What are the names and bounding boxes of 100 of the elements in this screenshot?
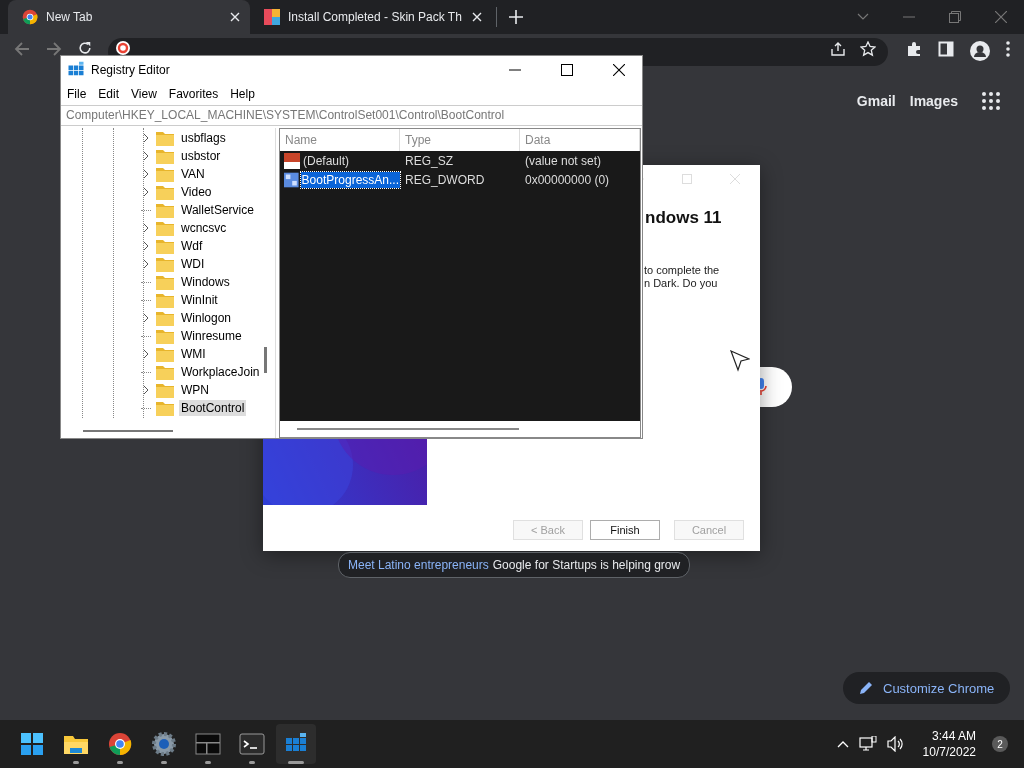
expand-chevron-icon[interactable]: [143, 241, 149, 251]
address-field[interactable]: Computer\HKEY_LOCAL_MACHINE\SYSTEM\ControlSet001\Control\BootControl: [61, 105, 642, 126]
tree-item[interactable]: WMI: [179, 346, 208, 362]
menu-item[interactable]: File: [67, 87, 87, 101]
tab-title: Install Completed - Skin Pack Th: [288, 10, 463, 24]
folder-icon: [156, 256, 174, 272]
new-tab-plus-icon[interactable]: [509, 10, 523, 24]
notification-badge[interactable]: 2: [992, 736, 1008, 752]
browser-tab[interactable]: New Tab: [8, 0, 250, 34]
tree-item[interactable]: VAN: [179, 166, 207, 182]
terminal-icon: [239, 733, 265, 755]
reload-icon[interactable]: [78, 41, 92, 55]
back-arrow-icon[interactable]: [14, 41, 30, 57]
expand-chevron-icon[interactable]: [143, 169, 149, 179]
dialog-heading: ndows 11: [645, 208, 722, 228]
folder-icon: [156, 382, 174, 398]
puzzle-piece-icon[interactable]: [906, 41, 922, 57]
tree-item[interactable]: usbflags: [179, 130, 228, 146]
star-icon[interactable]: [860, 41, 876, 57]
folder-icon: [156, 346, 174, 362]
expand-chevron-icon[interactable]: [143, 187, 149, 197]
tree-item[interactable]: usbstor: [179, 148, 223, 164]
more-menu-icon[interactable]: [1006, 41, 1010, 57]
expand-chevron-icon[interactable]: [143, 385, 149, 395]
chrome-logo-icon: [108, 732, 132, 756]
chevron-up-icon[interactable]: [836, 740, 849, 748]
restore-icon[interactable]: [949, 11, 961, 23]
mouse-pointer-icon: [730, 350, 750, 372]
scrollbar-thumb[interactable]: [83, 430, 173, 432]
expand-chevron-icon[interactable]: [143, 223, 149, 233]
tab-title: New Tab: [46, 10, 94, 24]
expand-chevron-icon[interactable]: [143, 349, 149, 359]
maximize-icon[interactable]: [561, 63, 573, 76]
speaker-icon[interactable]: [886, 736, 905, 752]
window-title: Registry Editor: [91, 62, 170, 77]
header-link[interactable]: Gmail: [856, 93, 896, 109]
folder-icon: [156, 220, 174, 236]
tree-item[interactable]: WPN: [179, 382, 211, 398]
column-header[interactable]: Data: [520, 129, 640, 151]
expand-chevron-icon[interactable]: [143, 133, 149, 143]
side-panel-icon[interactable]: [938, 41, 954, 57]
tree-item[interactable]: Video: [179, 184, 214, 200]
folder-icon: [156, 328, 174, 344]
expand-chevron-icon[interactable]: [143, 259, 149, 269]
folder-icon: [156, 238, 174, 254]
window-icon: [195, 733, 221, 755]
tree-item[interactable]: WorkplaceJoin: [179, 364, 262, 380]
folder-icon: [156, 292, 174, 308]
menu-item[interactable]: View: [131, 87, 157, 101]
tree-item[interactable]: Wdf: [179, 238, 205, 254]
promo-text: Google for Startups is helping grow: [492, 558, 681, 572]
tree-item[interactable]: Winlogon: [179, 310, 234, 326]
profile-avatar-icon[interactable]: [970, 41, 990, 61]
menu-item[interactable]: Help: [230, 87, 255, 101]
value-name[interactable]: BootProgressAn...: [300, 171, 400, 188]
tree-item[interactable]: Winresume: [179, 328, 244, 344]
dialog-button[interactable]: Finish: [590, 520, 660, 540]
forward-arrow-icon[interactable]: [46, 41, 62, 57]
clock-time[interactable]: 3:44 AM: [931, 728, 976, 744]
gear-icon: [151, 731, 177, 757]
tree-item[interactable]: wcncsvc: [179, 220, 229, 236]
dialog-text: to complete the: [644, 264, 720, 277]
menu-item[interactable]: Favorites: [168, 87, 219, 101]
folder-icon: [156, 364, 174, 380]
folder-icon: [156, 310, 174, 326]
column-header[interactable]: Type: [400, 129, 520, 151]
scrollbar-thumb[interactable]: [297, 428, 519, 430]
folder-icon: [156, 130, 174, 146]
promo-link[interactable]: Meet Latino entrepreneurs: [348, 558, 489, 572]
expand-chevron-icon[interactable]: [143, 151, 149, 161]
apps-grid-icon[interactable]: [982, 92, 1000, 110]
string-value-icon: [284, 152, 300, 169]
header-link[interactable]: Images: [909, 93, 958, 109]
scrollbar-thumb[interactable]: [264, 347, 267, 373]
close-icon[interactable]: [613, 63, 625, 76]
tree-item[interactable]: WDI: [179, 256, 207, 272]
pencil-icon: [859, 681, 873, 695]
expand-chevron-icon[interactable]: [143, 313, 149, 323]
value-name[interactable]: (Default): [302, 152, 350, 169]
chrome-logo-icon: [22, 9, 38, 25]
menu-item[interactable]: Edit: [98, 87, 120, 101]
column-header[interactable]: Name: [280, 129, 400, 151]
chevron-down-icon[interactable]: [857, 13, 869, 21]
colorful-square-icon: [264, 9, 280, 25]
tree-item[interactable]: WalletService: [179, 202, 256, 218]
minimize-icon[interactable]: [509, 68, 521, 71]
customize-chrome-button[interactable]: Customize Chrome: [843, 672, 1011, 704]
value-data: (value not set): [524, 153, 603, 168]
folder-icon: [156, 202, 174, 218]
taskbar-app[interactable]: [276, 724, 316, 764]
clock-date[interactable]: 10/7/2022: [922, 744, 976, 760]
tree-item[interactable]: BootControl: [179, 400, 247, 416]
share-icon[interactable]: [830, 41, 846, 57]
folder-icon: [156, 148, 174, 164]
network-icon[interactable]: [858, 736, 877, 752]
browser-tab[interactable]: Install Completed - Skin Pack Th: [250, 0, 492, 34]
tree-item[interactable]: Windows: [179, 274, 232, 290]
tree-item[interactable]: WinInit: [179, 292, 220, 308]
windows-logo-icon: [20, 732, 44, 756]
value-data: 0x00000000 (0): [524, 172, 611, 187]
